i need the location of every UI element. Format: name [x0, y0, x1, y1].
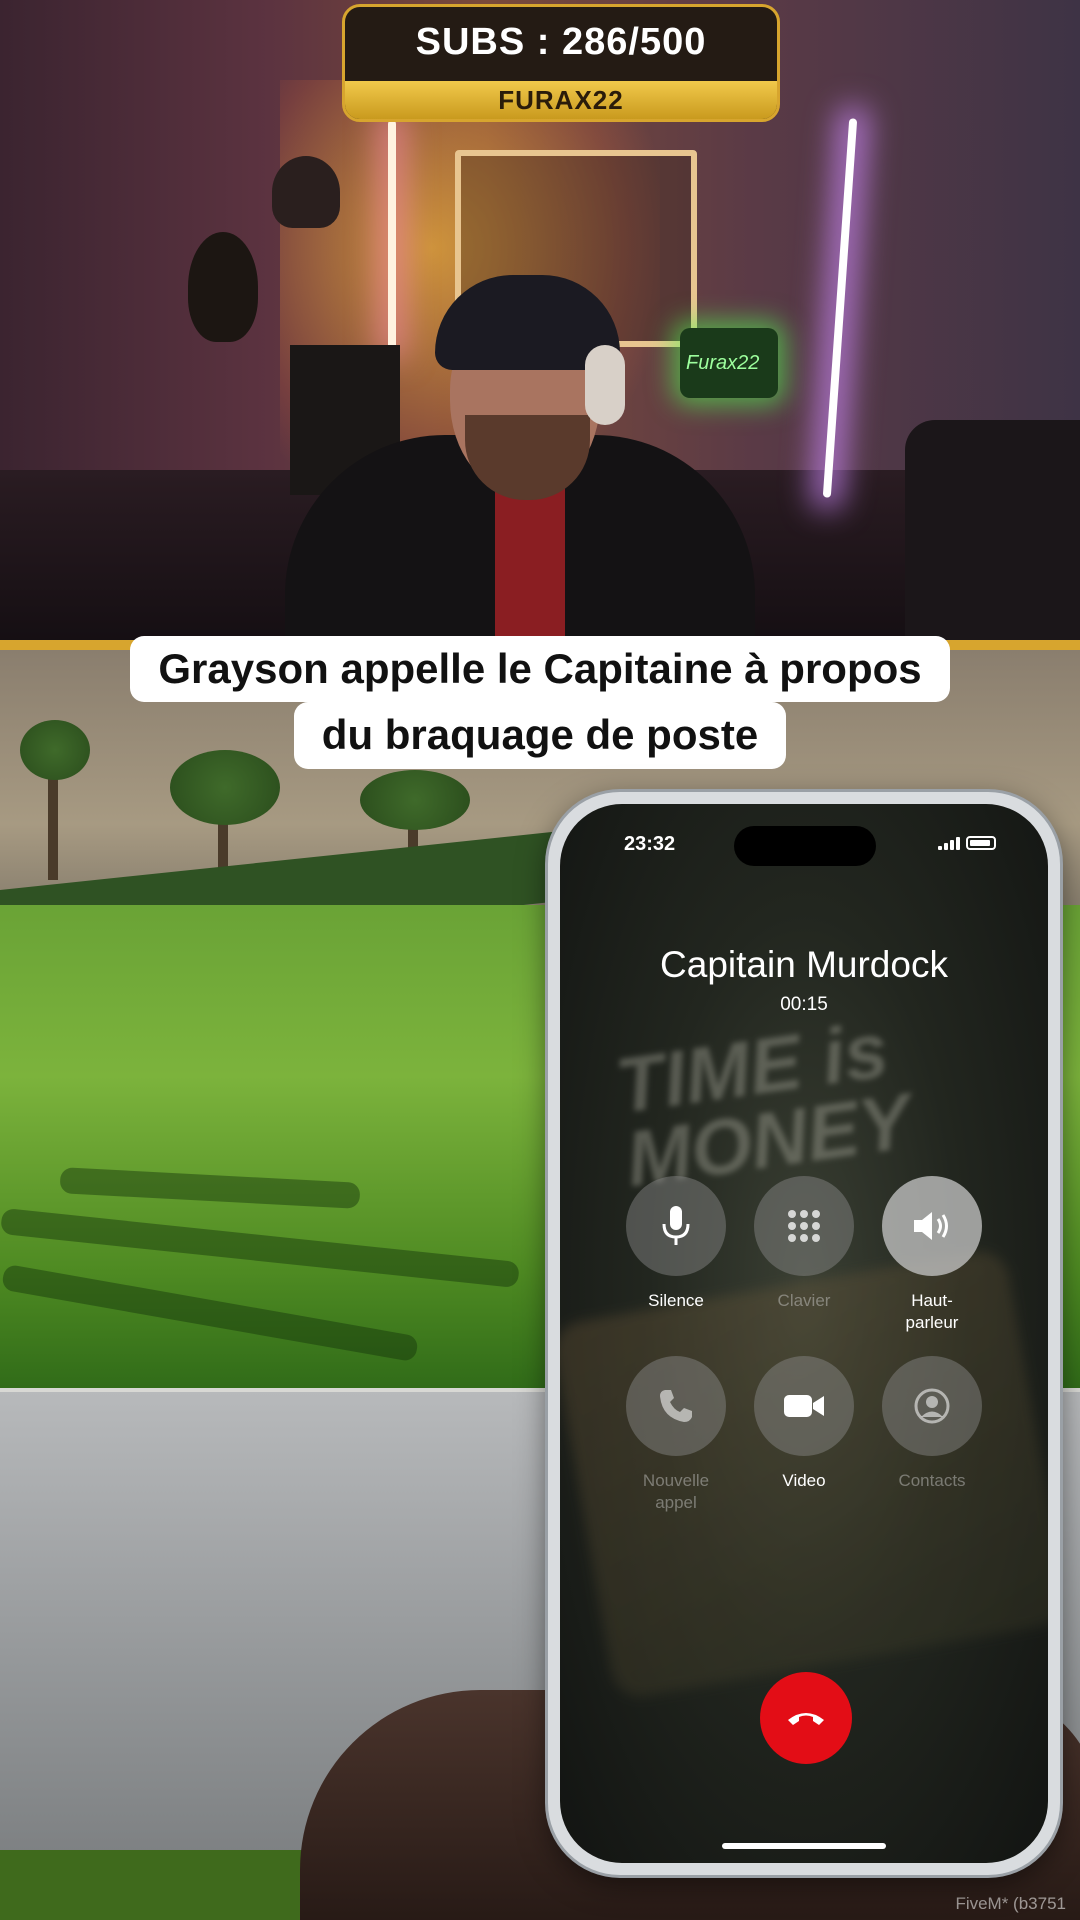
new-call-button[interactable]: Nouvelle appel — [626, 1356, 726, 1514]
microphone-icon — [626, 1176, 726, 1276]
subs-counter: SUBS : 286/500 — [415, 21, 707, 63]
video-camera-icon — [754, 1356, 854, 1456]
fivem-watermark: FiveM* (b3751 — [955, 1894, 1066, 1913]
wallpaper-text: TIME is MONEY — [610, 1004, 917, 1204]
mute-button[interactable]: Silence — [626, 1176, 726, 1312]
call-duration: 00:15 — [780, 994, 828, 1015]
status-icons — [938, 836, 996, 850]
contacts-label: Contacts — [898, 1471, 966, 1490]
new-call-label: Nouvelle appel — [642, 1471, 710, 1513]
home-indicator[interactable] — [722, 1843, 886, 1849]
grass-strip — [0, 1850, 330, 1920]
caller-name: Capitain Murdock — [660, 944, 948, 985]
signal-icon — [938, 837, 960, 850]
hang-up-icon — [788, 1713, 824, 1725]
speaker-label: Haut-parleur — [905, 1291, 959, 1333]
status-time: 23:32 — [624, 833, 676, 855]
keypad-icon — [754, 1176, 854, 1276]
contacts-button[interactable]: Contacts — [882, 1356, 982, 1492]
video-caption: Grayson appelle le Capitaine à propos du… — [0, 636, 1080, 769]
floor-lamp — [272, 156, 340, 228]
led-lamp-right — [822, 118, 858, 498]
call-screen: TIME is MONEY 23:32 Capitain Murdock 00:… — [560, 804, 1048, 1863]
phone-icon — [626, 1356, 726, 1456]
phone-device: TIME is MONEY 23:32 Capitain Murdock 00:… — [548, 792, 1060, 1875]
streamer — [285, 265, 755, 650]
keypad-label: Clavier — [777, 1291, 831, 1310]
streamer-shirt — [495, 475, 565, 650]
contacts-icon — [882, 1356, 982, 1456]
video-label: Video — [782, 1471, 826, 1490]
webcam-feed: Furax22 SUBS : 286/500 FURAX22 — [0, 0, 1080, 650]
plant — [188, 232, 258, 342]
mute-label: Silence — [648, 1291, 704, 1310]
keypad-button[interactable]: Clavier — [754, 1176, 854, 1312]
speaker-icon — [882, 1176, 982, 1276]
battery-icon — [966, 836, 996, 850]
streamer-name: FURAX22 — [345, 81, 777, 119]
caption-line-2: du braquage de poste — [293, 702, 787, 769]
video-button[interactable]: Video — [754, 1356, 854, 1492]
speaker-button[interactable]: Haut-parleur — [882, 1176, 982, 1334]
chair — [905, 420, 1080, 650]
caption-line-1: Grayson appelle le Capitaine à propos — [130, 636, 950, 703]
end-call-button[interactable] — [760, 1672, 852, 1764]
headset — [585, 345, 625, 425]
dynamic-island — [734, 826, 876, 866]
subs-goal-widget: SUBS : 286/500 FURAX22 — [342, 4, 780, 122]
